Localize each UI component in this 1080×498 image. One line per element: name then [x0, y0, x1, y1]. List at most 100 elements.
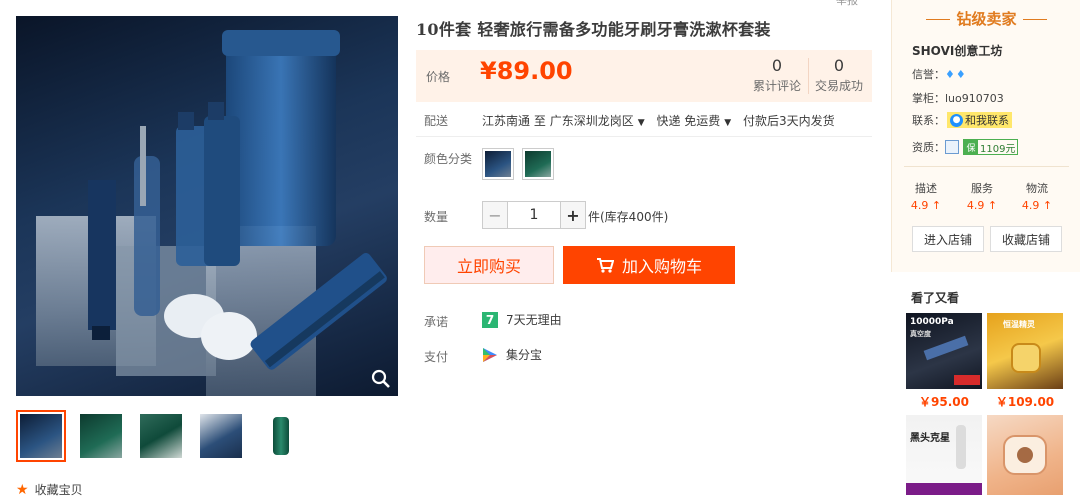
chat-icon: ●: [950, 113, 963, 127]
ship-to-selector[interactable]: 广东深圳龙岗区 ▼: [550, 114, 657, 128]
rating-service: 服务 4.9 ↑: [962, 180, 1002, 212]
ship-method-selector[interactable]: 快递 免运费 ▼: [656, 114, 743, 128]
zoom-icon[interactable]: [370, 368, 392, 390]
license-icon[interactable]: [945, 140, 959, 154]
rating-value: 4.9 ↑: [1021, 199, 1053, 212]
rating-label: 服务: [971, 182, 993, 195]
credit-row: 信誉： ♦ ♦: [912, 66, 967, 82]
rating-label: 物流: [1026, 182, 1048, 195]
ship-from: 江苏南通: [482, 114, 531, 128]
color-option-1[interactable]: [482, 148, 514, 180]
price-value: ¥89.00: [480, 57, 573, 85]
sales-count: 0 交易成功: [812, 56, 866, 94]
rating-label: 描述: [915, 182, 937, 195]
enter-shop-button[interactable]: 进入店铺: [912, 226, 984, 252]
delivery-info: 江苏南通 至 广东深圳龙岗区 ▼ 快递 免运费 ▼ 付款后3天内发货: [482, 112, 835, 129]
color-option-2[interactable]: [522, 148, 554, 180]
stat-divider: [808, 58, 809, 94]
thumbnail-1[interactable]: [16, 410, 66, 462]
ship-to: 广东深圳龙岗区: [549, 114, 634, 128]
main-product-image[interactable]: [16, 16, 398, 396]
quantity-stepper: − 1 +: [482, 201, 586, 229]
thumbnail-3[interactable]: [136, 410, 186, 462]
color-label: 颜色分类: [424, 152, 473, 166]
product-photo: [36, 30, 387, 396]
favorite-label: 收藏宝贝: [34, 483, 83, 497]
owner-row: 掌柜： luo910703: [912, 90, 1004, 106]
recommend-item-1-subtext: 真空度: [910, 330, 931, 338]
owner-label: 掌柜：: [912, 92, 945, 105]
delivery-label: 配送: [424, 114, 449, 128]
cart-icon: [596, 258, 614, 273]
ship-method: 快递 免运费: [656, 114, 721, 128]
deposit-amount: 1109元: [980, 143, 1016, 155]
recommend-item-4[interactable]: [987, 415, 1063, 495]
quantity-input[interactable]: 1: [508, 201, 560, 229]
divider: [904, 166, 1069, 167]
seller-level: 钻级卖家: [892, 8, 1080, 29]
ship-to-word: 至: [533, 114, 546, 128]
quantity-increase-button[interactable]: +: [560, 201, 586, 229]
chevron-down-icon: ▼: [724, 118, 732, 128]
recommend-item-1-price: ￥95.00: [919, 395, 969, 409]
buy-now-button[interactable]: 立即购买: [424, 246, 554, 284]
contact-seller-label: 和我联系: [965, 114, 1009, 127]
diamond-icon: ♦: [955, 67, 966, 81]
favorite-shop-button[interactable]: 收藏店铺: [990, 226, 1062, 252]
payment-text: 集分宝: [506, 348, 543, 362]
thumbnail-2[interactable]: [76, 410, 126, 462]
promise-label: 承诺: [424, 315, 449, 329]
quantity-decrease-button[interactable]: −: [482, 201, 508, 229]
deposit-icon: 保: [964, 140, 978, 154]
thumbnail-4[interactable]: [196, 410, 246, 462]
sales-count-value: 0: [833, 56, 845, 75]
payment-method: 集分宝: [482, 346, 542, 363]
price-panel: 价格 ¥89.00 0 累计评论 0 交易成功: [416, 50, 872, 102]
divider: [416, 136, 872, 137]
recommend-item-1-text: 10000Pa: [910, 317, 954, 327]
qualification-label: 资质：: [912, 141, 945, 154]
recommend-item-2[interactable]: 恒温精灵: [987, 313, 1063, 389]
add-to-cart-button[interactable]: 加入购物车: [563, 246, 735, 284]
recommend-item-1[interactable]: 10000Pa 真空度: [906, 313, 982, 389]
sales-count-label: 交易成功: [814, 79, 863, 93]
buy-now-label: 立即购买: [456, 257, 521, 276]
rating-logistics: 物流 4.9 ↑: [1017, 180, 1057, 212]
add-to-cart-label: 加入购物车: [621, 257, 702, 276]
contact-label: 联系：: [912, 114, 945, 127]
recommend-item-2-price: ￥109.00: [995, 395, 1055, 409]
shop-name[interactable]: SHOVI创意工坊: [912, 42, 1002, 59]
owner-name: luo910703: [945, 91, 1004, 105]
thumbnail-5[interactable]: [256, 410, 306, 462]
stock-info: 件(库存400件): [588, 210, 669, 224]
report-link[interactable]: 举报: [836, 0, 858, 8]
promise-text: 7天无理由: [506, 313, 562, 327]
recommend-item-3[interactable]: 黑头克星: [906, 415, 982, 495]
recommend-item-3-text: 黑头克星: [910, 433, 950, 444]
qualification-row: 资质： 保 1109元: [912, 139, 1019, 155]
rating-value: 4.9 ↑: [966, 199, 998, 212]
review-count-value: 0: [771, 56, 783, 75]
quantity-label: 数量: [424, 210, 449, 224]
also-viewed-title: 看了又看: [911, 291, 960, 305]
review-count[interactable]: 0 累计评论: [750, 56, 804, 94]
contact-row: 联系： ● 和我联系: [912, 112, 1012, 128]
ship-time: 付款后3天内发货: [743, 114, 835, 128]
contact-seller-button[interactable]: ● 和我联系: [947, 112, 1012, 128]
payment-label: 支付: [424, 350, 449, 364]
price-label: 价格: [426, 70, 451, 84]
diamond-icon: ♦: [945, 67, 955, 81]
star-icon: ★: [16, 481, 29, 498]
seven-day-return-icon: 7: [482, 311, 498, 328]
recommend-item-2-text: 恒温精灵: [1003, 320, 1035, 329]
jifenbao-icon: [483, 347, 497, 362]
rating-description: 描述 4.9 ↑: [906, 180, 946, 212]
deposit-badge[interactable]: 保 1109元: [963, 139, 1019, 155]
product-title: 10件套 轻奢旅行需备多功能牙刷牙膏洗漱杯套装: [416, 20, 771, 39]
seller-panel: 钻级卖家 SHOVI创意工坊 信誉： ♦ ♦ 掌柜： luo910703 联系：…: [891, 0, 1080, 272]
favorite-item-button[interactable]: ★ 收藏宝贝: [16, 481, 83, 498]
chevron-down-icon: ▼: [637, 118, 645, 128]
rating-value: 4.9 ↑: [910, 199, 942, 212]
promise-item[interactable]: 7 7天无理由: [482, 311, 562, 328]
review-count-label: 累计评论: [752, 79, 801, 93]
